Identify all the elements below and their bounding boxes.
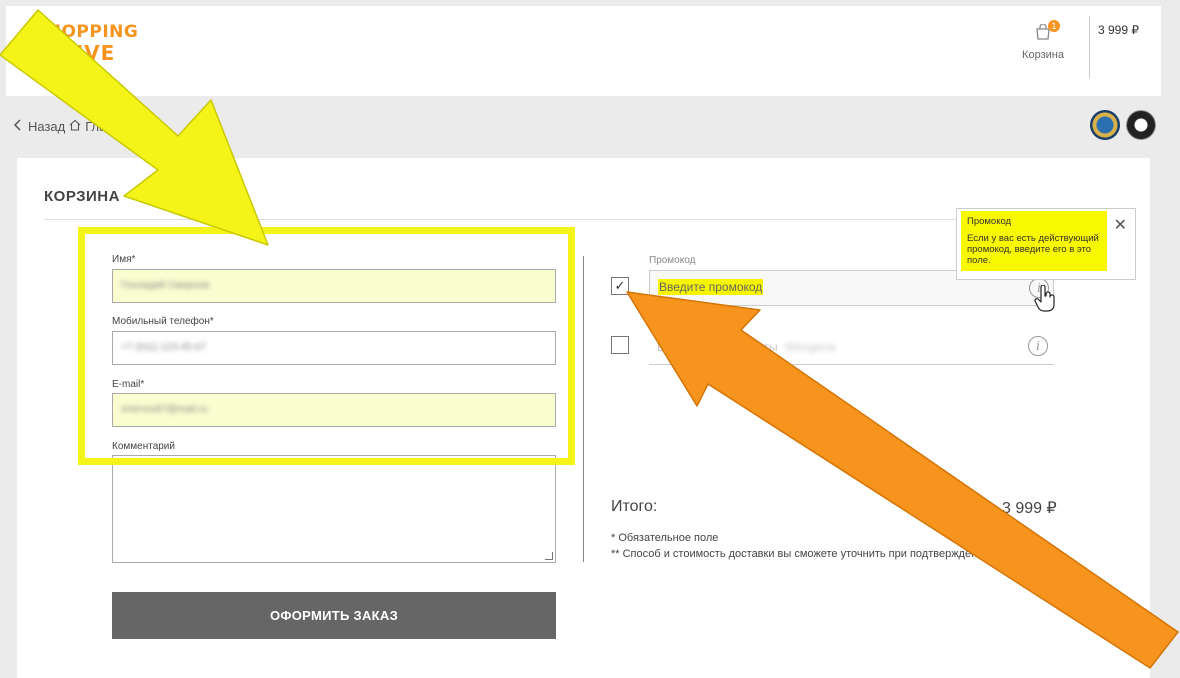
logo-bottom-text: LIVE (62, 41, 116, 65)
tv-frame-icon (34, 45, 56, 61)
logo-bottom-row: LIVE (34, 43, 138, 63)
delivery-note: ** Способ и стоимость доставки вы сможет… (611, 548, 1026, 560)
cart-count-badge: 1 (1048, 20, 1060, 32)
card-number-input[interactable]: Введите номер карты Wimgeria i (649, 332, 1054, 365)
tooltip-text: Если у вас есть действующий промокод, вв… (967, 233, 1099, 266)
close-icon[interactable]: ✕ (1114, 218, 1127, 234)
cart-label: Корзина (1022, 49, 1064, 61)
tooltip-body: Промокод Если у вас есть действующий про… (961, 211, 1107, 271)
form-highlight-box (78, 227, 575, 465)
column-divider (583, 256, 584, 562)
header-cart-button[interactable]: 1 Корзина (1011, 20, 1075, 61)
total-value: 3 999 ₽ (1002, 500, 1057, 517)
card-number-placeholder: Введите номер карты Wimgeria (657, 340, 836, 354)
site-header: SHOPPING LIVE 1 Корзина 3 999 ₽ (6, 6, 1161, 96)
logo-top-text: SHOPPING (34, 22, 139, 42)
promo-checkbox[interactable]: ✓ (611, 277, 629, 295)
back-link[interactable]: Назад (28, 119, 65, 134)
chevron-left-icon[interactable] (12, 119, 24, 134)
page-title: КОРЗИНА (44, 188, 120, 205)
trust-badges (1090, 110, 1156, 140)
promo-tooltip: Промокод Если у вас есть действующий про… (956, 208, 1136, 280)
tooltip-title: Промокод (967, 216, 1012, 227)
header-cart-total: 3 999 ₽ (1098, 23, 1139, 37)
trust-seal-icon[interactable] (1090, 110, 1120, 140)
comment-textarea[interactable] (112, 455, 556, 563)
card-number-suffix: Wimgeria (785, 340, 836, 354)
card-number-placeholder-text: Введите номер карты (657, 340, 778, 354)
header-divider (1089, 16, 1090, 78)
total-label: Итого: (611, 498, 658, 515)
shopping-live-logo[interactable]: SHOPPING LIVE (34, 24, 138, 63)
home-link[interactable]: Главная (85, 119, 134, 134)
required-note: * Обязательное поле (611, 532, 719, 544)
checkout-button[interactable]: ОФОРМИТЬ ЗАКАЗ (112, 592, 556, 639)
card-number-checkbox[interactable] (611, 336, 629, 354)
hand-cursor-icon (1034, 285, 1055, 312)
shopping-bag-icon: 1 (1034, 20, 1060, 40)
home-icon[interactable] (69, 119, 81, 134)
promo-label: Промокод (649, 255, 696, 266)
card-info-icon[interactable]: i (1028, 336, 1048, 356)
shop-rating-seal-icon[interactable] (1126, 110, 1156, 140)
resize-handle-icon[interactable] (545, 552, 553, 560)
promo-placeholder: Введите промокод (658, 279, 764, 295)
breadcrumb: Назад Главная (12, 119, 135, 134)
